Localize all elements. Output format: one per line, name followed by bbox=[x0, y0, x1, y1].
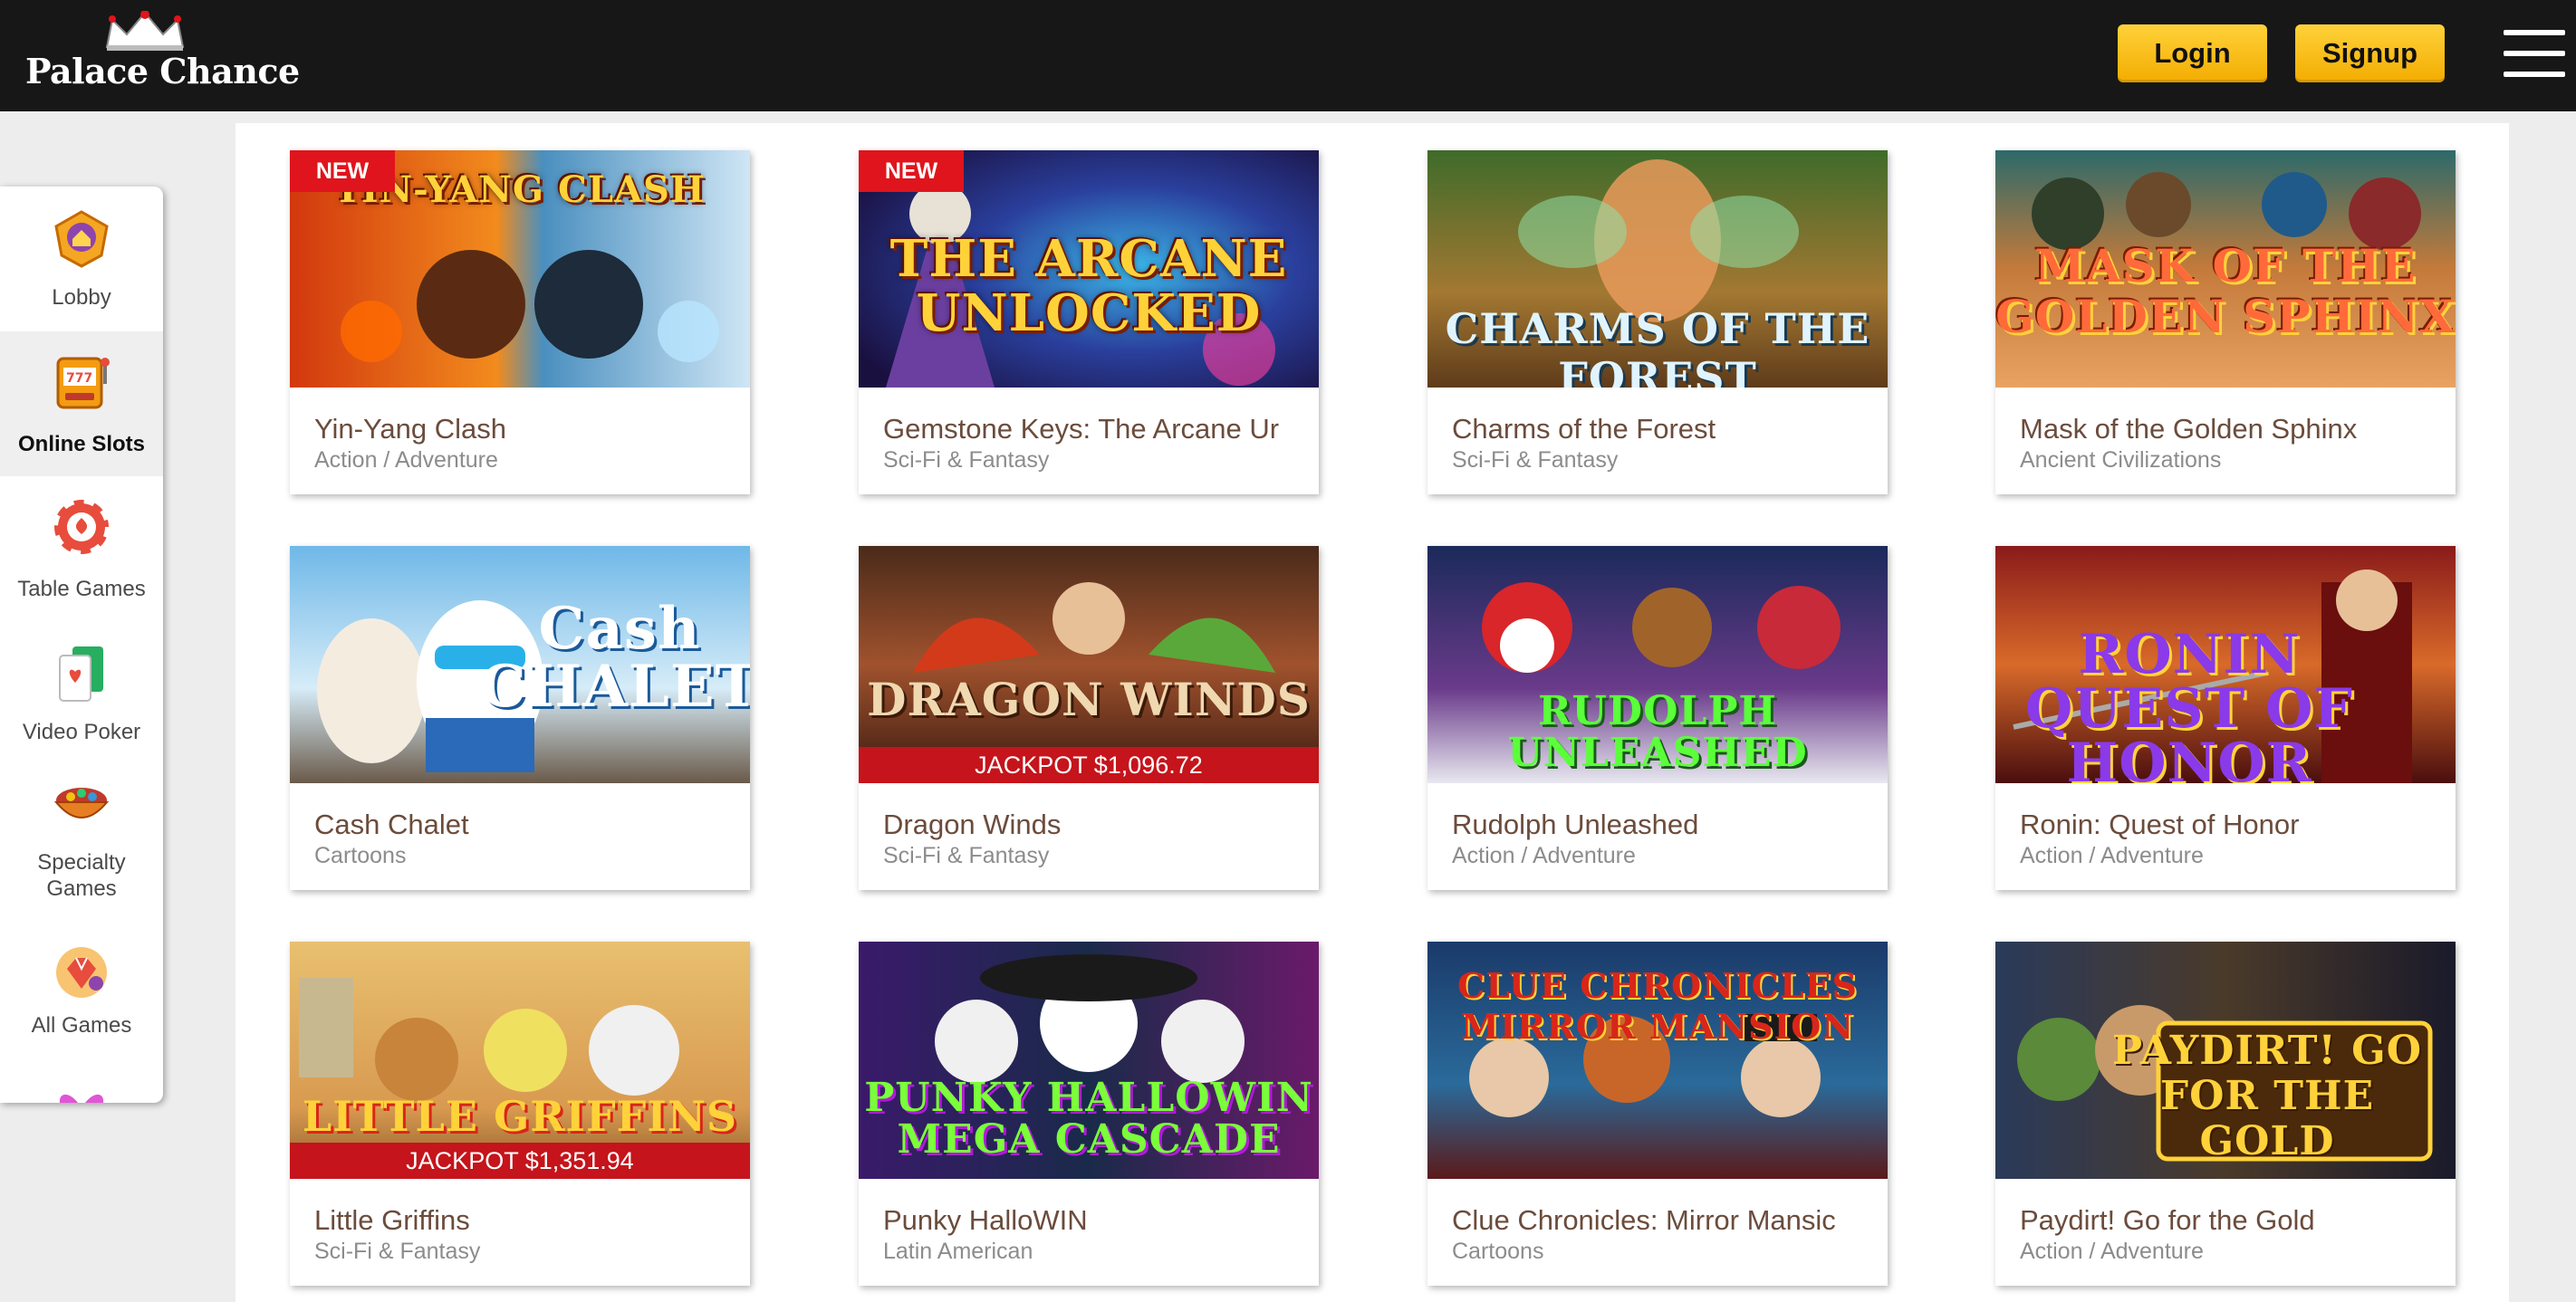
game-thumbnail: LITTLE GRIFFINS JACKPOT $1,351.94 bbox=[290, 942, 750, 1179]
login-button[interactable]: Login bbox=[2118, 24, 2267, 82]
game-card[interactable]: RONIN QUEST OF HONOR Ronin: Quest of Hon… bbox=[1995, 546, 2456, 890]
game-art-title: RONIN QUEST OF HONOR bbox=[2024, 623, 2354, 783]
game-art-title: LITTLE GRIFFINS bbox=[302, 1092, 738, 1141]
gems-icon bbox=[56, 947, 107, 998]
sidebar-item-table-games[interactable]: Table Games bbox=[0, 476, 163, 621]
game-card[interactable]: THE ARCANE UNLOCKED NEW Gemstone Keys: T… bbox=[859, 150, 1319, 494]
game-name: Mask of the Golden Sphinx bbox=[2020, 413, 2358, 445]
game-name: Dragon Winds bbox=[883, 809, 1062, 840]
game-genre: Action / Adventure bbox=[1452, 843, 1636, 868]
game-thumbnail: MASK OF THE GOLDEN SPHINX bbox=[1995, 150, 2456, 388]
signup-button[interactable]: Signup bbox=[2295, 24, 2445, 82]
game-card[interactable]: LITTLE GRIFFINS JACKPOT $1,351.94 Little… bbox=[290, 942, 750, 1286]
poker-chip-icon bbox=[51, 496, 112, 558]
game-thumbnail: CHARMS OF THE FOREST bbox=[1427, 150, 1888, 388]
game-card[interactable]: Cash CHALET Cash Chalet Cartoons bbox=[290, 546, 750, 890]
game-name: Charms of the Forest bbox=[1452, 413, 1716, 445]
palace-chance-logo[interactable]: Palace Chance bbox=[25, 11, 300, 101]
new-badge: NEW bbox=[859, 150, 964, 192]
game-art-title: MASK OF THE GOLDEN SPHINX bbox=[1995, 239, 2456, 343]
game-card[interactable]: CLUE CHRONICLES MIRROR MANSION Clue Chro… bbox=[1427, 942, 1888, 1286]
game-genre: Latin American bbox=[883, 1239, 1033, 1264]
sidebar-item-label-line2: Games bbox=[46, 876, 117, 901]
svg-text:777: 777 bbox=[66, 371, 92, 386]
game-thumbnail: DRAGON WINDS JACKPOT $1,096.72 bbox=[859, 546, 1319, 783]
game-genre: Ancient Civilizations bbox=[2020, 447, 2222, 473]
game-genre: Action / Adventure bbox=[2020, 843, 2204, 868]
game-thumbnail: Cash CHALET bbox=[290, 546, 750, 783]
game-genre: Action / Adventure bbox=[2020, 1239, 2204, 1264]
specialty-bowl-icon bbox=[53, 788, 110, 819]
game-genre: Sci-Fi & Fantasy bbox=[1452, 447, 1619, 473]
game-art-title: Cash CHALET bbox=[479, 595, 750, 721]
game-genre: Cartoons bbox=[314, 843, 407, 868]
game-card[interactable]: PUNKY HALLOWIN MEGA CASCADE Punky HalloW… bbox=[859, 942, 1319, 1286]
game-name: Yin-Yang Clash bbox=[314, 413, 506, 445]
new-badge: NEW bbox=[290, 150, 395, 192]
game-name: Little Griffins bbox=[314, 1204, 470, 1236]
jackpot-banner: JACKPOT $1,351.94 bbox=[290, 1143, 750, 1179]
game-grid-panel: YIN-YANG CLASH NEW Yin-Yang Clash Action… bbox=[235, 123, 2509, 1302]
sidebar-item-online-slots[interactable]: 777 Online Slots bbox=[0, 331, 163, 476]
game-card[interactable]: PAYDIRT! GO FOR THE GOLD Paydirt! Go for… bbox=[1995, 942, 2456, 1286]
game-art-title: CLUE CHRONICLES MIRROR MANSION bbox=[1457, 965, 1858, 1047]
game-name: Gemstone Keys: The Arcane Ur bbox=[883, 413, 1280, 445]
game-thumbnail: PUNKY HALLOWIN MEGA CASCADE bbox=[859, 942, 1319, 1179]
sidebar-item-all-games[interactable]: All Games bbox=[0, 929, 163, 1074]
game-name: Ronin: Quest of Honor bbox=[2020, 809, 2300, 840]
slot-machine-icon: 777 bbox=[56, 357, 110, 409]
game-genre: Sci-Fi & Fantasy bbox=[883, 447, 1050, 473]
sidebar-item-lobby[interactable]: Lobby bbox=[0, 187, 163, 331]
game-genre: Sci-Fi & Fantasy bbox=[883, 843, 1050, 868]
game-card[interactable]: CHARMS OF THE FOREST Charms of the Fores… bbox=[1427, 150, 1888, 494]
game-genre: Sci-Fi & Fantasy bbox=[314, 1239, 481, 1264]
game-card[interactable]: DRAGON WINDS JACKPOT $1,096.72 Dragon Wi… bbox=[859, 546, 1319, 890]
playing-cards-icon bbox=[59, 646, 103, 702]
sidebar-item-specialty-games[interactable]: Specialty Games bbox=[0, 766, 163, 929]
game-thumbnail: CLUE CHRONICLES MIRROR MANSION bbox=[1427, 942, 1888, 1179]
sidebar-item-label: Table Games bbox=[17, 577, 146, 601]
logo-text: Palace Chance bbox=[25, 51, 300, 91]
game-art-title: THE ARCANE UNLOCKED bbox=[889, 229, 1288, 343]
sidebar-item-label: Video Poker bbox=[22, 720, 141, 744]
game-name: Cash Chalet bbox=[314, 809, 469, 840]
game-name: Punky HalloWIN bbox=[883, 1204, 1088, 1236]
game-art-title: RUDOLPH UNLEASHED bbox=[1507, 688, 1808, 776]
game-name: Paydirt! Go for the Gold bbox=[2020, 1204, 2315, 1236]
game-genre: Cartoons bbox=[1452, 1239, 1544, 1264]
top-header: Palace Chance Login Signup bbox=[0, 0, 2576, 111]
game-art-title: PUNKY HALLOWIN MEGA CASCADE bbox=[864, 1075, 1313, 1163]
hamburger-icon[interactable] bbox=[2504, 30, 2565, 77]
game-name: Clue Chronicles: Mirror Mansic bbox=[1452, 1204, 1836, 1236]
game-card[interactable]: RUDOLPH UNLEASHED Rudolph Unleashed Acti… bbox=[1427, 546, 1888, 890]
lobby-crest-icon bbox=[54, 210, 109, 268]
game-card[interactable]: MASK OF THE GOLDEN SPHINX Mask of the Go… bbox=[1995, 150, 2456, 494]
game-thumbnail: RONIN QUEST OF HONOR bbox=[1995, 546, 2456, 783]
sidebar-item-label: Specialty bbox=[37, 850, 126, 875]
gift-bow-icon bbox=[60, 1095, 103, 1103]
game-genre: Action / Adventure bbox=[314, 447, 498, 473]
game-card[interactable]: YIN-YANG CLASH NEW Yin-Yang Clash Action… bbox=[290, 150, 750, 494]
game-art-title: DRAGON WINDS bbox=[867, 673, 1311, 726]
game-thumbnail: RUDOLPH UNLEASHED bbox=[1427, 546, 1888, 783]
crown-icon bbox=[105, 11, 185, 51]
sidebar-item-label: Online Slots bbox=[17, 432, 145, 456]
sidebar-item-video-poker[interactable]: Video Poker bbox=[0, 621, 163, 766]
jackpot-banner: JACKPOT $1,096.72 bbox=[859, 747, 1319, 783]
game-name: Rudolph Unleashed bbox=[1452, 809, 1699, 840]
game-thumbnail: PAYDIRT! GO FOR THE GOLD bbox=[1995, 942, 2456, 1179]
sidebar-item-label: Lobby bbox=[52, 285, 111, 310]
category-sidebar: Lobby 777 Online Slots Table Games Video… bbox=[0, 187, 163, 1103]
game-art-title: CHARMS OF THE FOREST bbox=[1445, 304, 1870, 388]
game-art-title: PAYDIRT! GO FOR THE GOLD bbox=[2111, 1028, 2423, 1164]
sidebar-item-label: All Games bbox=[31, 1013, 132, 1038]
